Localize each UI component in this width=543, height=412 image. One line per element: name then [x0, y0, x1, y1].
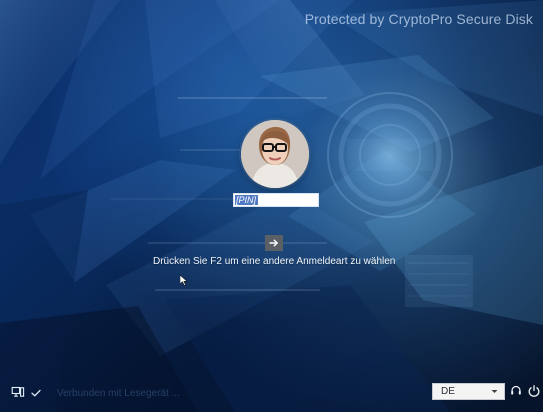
arrow-right-icon	[269, 239, 278, 247]
status-text: Verbunden mit Lesegerät ...	[57, 388, 180, 399]
login-screen: Protected by CryptoPro Secure Disk [PIN]…	[0, 0, 543, 412]
power-icon[interactable]	[527, 384, 541, 398]
headset-icon[interactable]	[509, 384, 523, 398]
language-select[interactable]: DE	[432, 383, 505, 400]
language-value: DE	[441, 386, 455, 397]
check-icon	[27, 384, 45, 402]
login-hint: Drücken Sie F2 um eine andere Anmeldeart…	[153, 256, 396, 267]
brand-title: Protected by CryptoPro Secure Disk	[304, 11, 533, 27]
chevron-down-icon	[491, 389, 498, 394]
pin-input[interactable]	[233, 193, 319, 207]
footer-actions	[509, 384, 541, 398]
computer-icon	[9, 384, 27, 402]
submit-button[interactable]	[265, 235, 283, 251]
user-avatar-icon	[241, 120, 309, 188]
mouse-cursor-icon	[180, 275, 188, 286]
bottom-status-icons	[9, 384, 45, 402]
